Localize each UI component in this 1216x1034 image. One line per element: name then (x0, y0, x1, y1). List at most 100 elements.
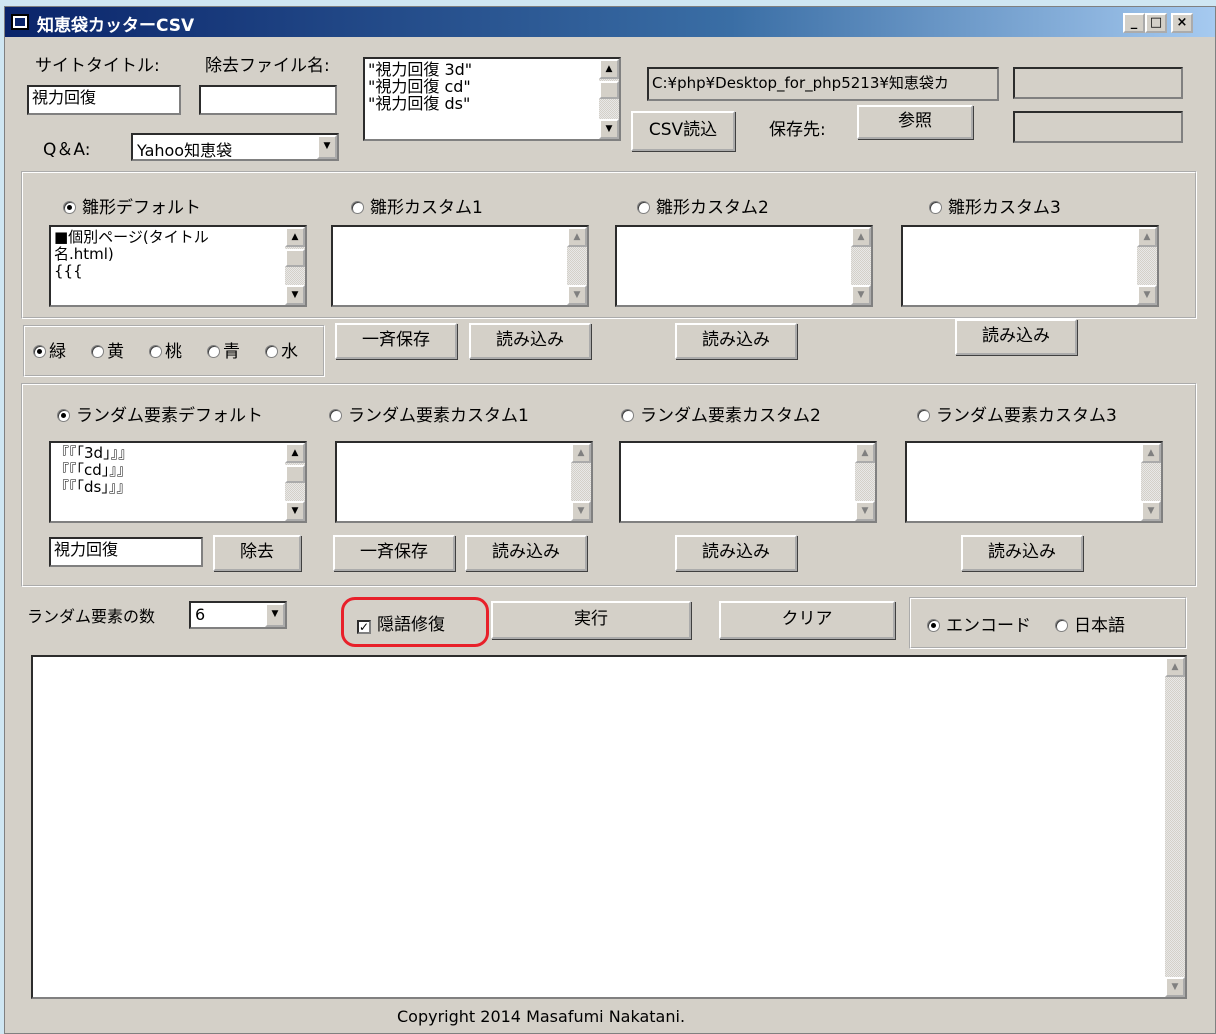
template-default-label: 雛形デフォルト (82, 198, 201, 218)
radio-icon (1055, 619, 1068, 632)
random-remove-input[interactable]: 視力回復 (49, 537, 203, 567)
scroll-down-icon[interactable]: ▼ (285, 501, 305, 521)
random-default-textarea[interactable]: 『『「3d」』』 『『「cd」』』 『『「ds」』』 ▲ ▼ (49, 441, 307, 523)
chevron-down-icon[interactable]: ▼ (317, 135, 337, 159)
template-custom1-textarea[interactable]: ▲ ▼ (331, 225, 589, 307)
random-custom3-radio[interactable]: ランダム要素カスタム3 (917, 401, 1117, 426)
csv-read-button[interactable]: CSV読込 (631, 111, 735, 151)
scroll-down-icon[interactable]: ▼ (599, 119, 619, 139)
template-save-all-button[interactable]: 一斉保存 (335, 323, 457, 359)
status-field-1 (1013, 67, 1183, 99)
scroll-up-icon[interactable]: ▲ (567, 227, 587, 247)
scroll-up-icon[interactable]: ▲ (1141, 443, 1161, 463)
color-label-green: 緑 (49, 342, 66, 362)
random-custom1-scrollbar[interactable]: ▲ ▼ (571, 443, 591, 521)
random-custom3-scrollbar[interactable]: ▲ ▼ (1141, 443, 1161, 521)
scroll-down-icon[interactable]: ▼ (571, 501, 591, 521)
maximize-button[interactable]: □ (1145, 13, 1167, 33)
close-button[interactable]: × (1171, 13, 1193, 33)
template-custom2-scrollbar[interactable]: ▲ ▼ (851, 227, 871, 305)
scroll-up-icon[interactable]: ▲ (571, 443, 591, 463)
random-custom2-radio[interactable]: ランダム要素カスタム2 (621, 401, 821, 426)
radio-icon (637, 201, 650, 214)
color-radio-pink[interactable]: 桃 (149, 337, 182, 362)
count-select[interactable]: 6 ▼ (189, 601, 287, 629)
csv-list[interactable]: "視力回復 3d" "視力回復 cd" "視力回復 ds" ▲ ▼ (363, 57, 621, 141)
color-label-yellow: 黄 (107, 342, 124, 362)
template-custom2-radio[interactable]: 雛形カスタム2 (637, 193, 769, 218)
scroll-thumb[interactable] (599, 81, 619, 99)
template-load-button-2[interactable]: 読み込み (675, 323, 797, 359)
template-load-button-1[interactable]: 読み込み (469, 323, 591, 359)
random-load-button-2[interactable]: 読み込み (675, 535, 797, 571)
scroll-up-icon[interactable]: ▲ (285, 227, 305, 247)
remove-file-label: 除去ファイル名: (205, 56, 330, 76)
qa-selected-value: Yahoo知恵袋 (137, 141, 233, 160)
title-bar[interactable]: 知恵袋カッターCSV _ □ × (5, 7, 1215, 37)
color-radio-blue[interactable]: 青 (207, 337, 240, 362)
random-save-all-button[interactable]: 一斉保存 (333, 535, 455, 571)
encode-radio[interactable]: エンコード (927, 611, 1031, 636)
clear-button[interactable]: クリア (719, 601, 895, 639)
scroll-down-icon[interactable]: ▼ (851, 285, 871, 305)
output-scrollbar[interactable]: ▲ ▼ (1165, 657, 1185, 997)
color-radio-aqua[interactable]: 水 (265, 337, 298, 362)
output-textarea[interactable]: ▲ ▼ (31, 655, 1187, 999)
radio-icon (149, 345, 162, 358)
scroll-down-icon[interactable]: ▼ (855, 501, 875, 521)
random-remove-button[interactable]: 除去 (213, 535, 301, 571)
template-custom1-radio[interactable]: 雛形カスタム1 (351, 193, 483, 218)
template-default-radio[interactable]: 雛形デフォルト (63, 193, 201, 218)
radio-icon (621, 409, 634, 422)
template-custom3-scrollbar[interactable]: ▲ ▼ (1137, 227, 1157, 305)
site-title-input[interactable]: 視力回復 (27, 85, 181, 115)
random-custom2-scrollbar[interactable]: ▲ ▼ (855, 443, 875, 521)
browse-button[interactable]: 参照 (857, 105, 973, 139)
color-radio-green[interactable]: 緑 (33, 337, 66, 362)
color-label-blue: 青 (223, 342, 240, 362)
scroll-thumb[interactable] (285, 249, 305, 267)
csv-list-scrollbar[interactable]: ▲ ▼ (599, 59, 619, 139)
scroll-down-icon[interactable]: ▼ (1165, 977, 1185, 997)
scroll-down-icon[interactable]: ▼ (1141, 501, 1161, 521)
template-default-scrollbar[interactable]: ▲ ▼ (285, 227, 305, 305)
scroll-up-icon[interactable]: ▲ (599, 59, 619, 79)
template-custom2-textarea[interactable]: ▲ ▼ (615, 225, 873, 307)
random-custom1-textarea[interactable]: ▲ ▼ (335, 441, 593, 523)
scroll-up-icon[interactable]: ▲ (285, 443, 305, 463)
random-custom2-textarea[interactable]: ▲ ▼ (619, 441, 877, 523)
random-default-radio[interactable]: ランダム要素デフォルト (57, 401, 263, 426)
color-label-aqua: 水 (281, 342, 298, 362)
random-custom1-radio[interactable]: ランダム要素カスタム1 (329, 401, 529, 426)
japanese-radio[interactable]: 日本語 (1055, 611, 1125, 636)
template-custom2-label: 雛形カスタム2 (656, 198, 769, 218)
radio-icon (351, 201, 364, 214)
copyright: Copyright 2014 Masafumi Nakatani. (397, 1007, 686, 1026)
status-field-2 (1013, 111, 1183, 143)
remove-file-input[interactable] (199, 85, 337, 115)
scroll-up-icon[interactable]: ▲ (851, 227, 871, 247)
scroll-down-icon[interactable]: ▼ (285, 285, 305, 305)
random-load-button-1[interactable]: 読み込み (465, 535, 587, 571)
template-load-button-3[interactable]: 読み込み (955, 319, 1077, 355)
color-radio-yellow[interactable]: 黄 (91, 337, 124, 362)
qa-select[interactable]: Yahoo知恵袋 ▼ (131, 133, 339, 161)
template-custom3-textarea[interactable]: ▲ ▼ (901, 225, 1159, 307)
scroll-down-icon[interactable]: ▼ (567, 285, 587, 305)
scroll-up-icon[interactable]: ▲ (855, 443, 875, 463)
scroll-up-icon[interactable]: ▲ (1165, 657, 1185, 677)
random-load-button-3[interactable]: 読み込み (961, 535, 1083, 571)
template-custom3-radio[interactable]: 雛形カスタム3 (929, 193, 1061, 218)
app-icon (11, 14, 29, 30)
run-button[interactable]: 実行 (491, 601, 691, 639)
slang-fix-checkbox[interactable]: ✓ 隠語修復 (357, 610, 445, 635)
chevron-down-icon[interactable]: ▼ (265, 603, 285, 627)
template-default-textarea[interactable]: ■個別ページ(タイトル 名.html) {{{ ▲ ▼ (49, 225, 307, 307)
minimize-button[interactable]: _ (1123, 13, 1145, 33)
scroll-thumb[interactable] (285, 465, 305, 483)
random-default-scrollbar[interactable]: ▲ ▼ (285, 443, 305, 521)
scroll-up-icon[interactable]: ▲ (1137, 227, 1157, 247)
random-custom3-textarea[interactable]: ▲ ▼ (905, 441, 1163, 523)
template-custom1-scrollbar[interactable]: ▲ ▼ (567, 227, 587, 305)
scroll-down-icon[interactable]: ▼ (1137, 285, 1157, 305)
